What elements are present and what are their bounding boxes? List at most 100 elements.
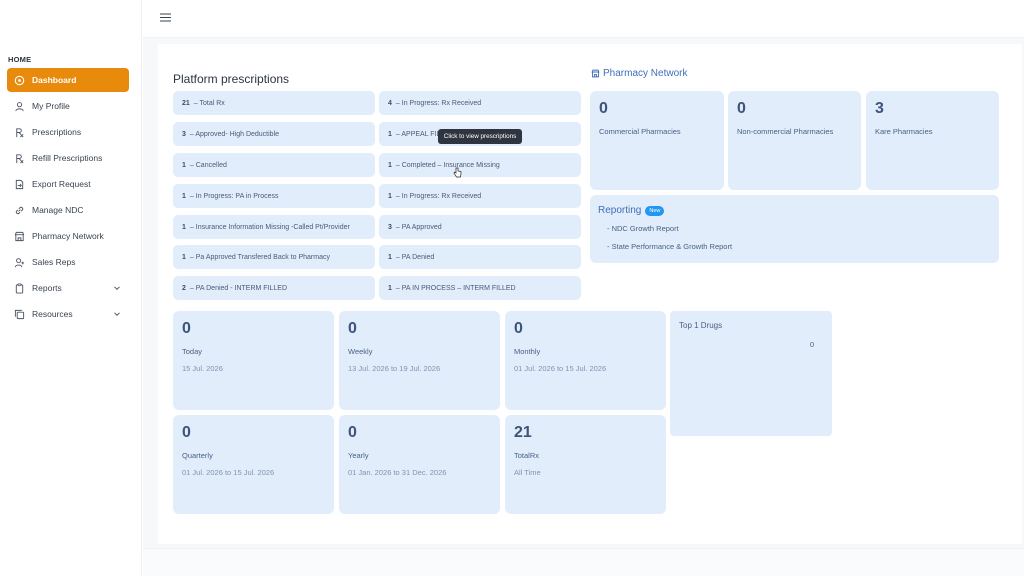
stat-range: 01 Jan. 2026 to 31 Dec. 2026 xyxy=(348,468,447,477)
store-icon xyxy=(14,231,25,242)
status-label: – Completed – Insurance Missing xyxy=(395,161,500,169)
status-label: – In Progress: Rx Received xyxy=(395,99,482,107)
stat-label: Weekly xyxy=(348,347,373,356)
sidebar-item-label: Sales Reps xyxy=(32,257,76,267)
reporting-card: Reporting New - NDC Growth Report - Stat… xyxy=(590,195,999,263)
status-label: – In Progress: PA in Process xyxy=(189,192,279,200)
status-count: 3 xyxy=(182,130,186,138)
prescription-status-pill[interactable]: 2– PA Denied - INTERM FILLED xyxy=(173,276,375,300)
status-label: – Insurance Information Missing -Called … xyxy=(189,223,350,231)
dashboard-icon xyxy=(14,75,25,86)
sidebar-item-label: My Profile xyxy=(32,101,70,111)
top-drugs-title: Top 1 Drugs xyxy=(679,321,723,330)
status-label: – PA Denied xyxy=(395,253,435,261)
stat-value: 0 xyxy=(182,320,191,337)
hand-cursor-icon xyxy=(453,167,462,178)
sidebar-item-manage-ndc[interactable]: Manage NDC xyxy=(7,198,129,222)
export-icon xyxy=(14,179,25,190)
sidebar-item-prescriptions[interactable]: Prescriptions xyxy=(7,120,129,144)
sidebar-item-sales-reps[interactable]: Sales Reps xyxy=(7,250,129,274)
stat-label: Quarterly xyxy=(182,451,213,460)
stat-value: 0 xyxy=(182,424,191,441)
network-count: 3 xyxy=(875,100,884,117)
hamburger-menu-icon[interactable] xyxy=(160,13,171,22)
stat-range: 13 Jul. 2026 to 19 Jul. 2026 xyxy=(348,364,441,373)
stat-label: Yearly xyxy=(348,451,369,460)
network-card-kare[interactable]: 3 Kare Pharmacies xyxy=(866,91,999,190)
status-count: 1 xyxy=(182,192,186,200)
prescription-status-pill[interactable]: 21– Total Rx xyxy=(173,91,375,115)
network-card-commercial[interactable]: 0 Commercial Pharmacies xyxy=(590,91,724,190)
chevron-down-icon xyxy=(114,312,120,317)
prescription-status-pill[interactable]: 3– PA Approved xyxy=(379,215,581,239)
status-count: 1 xyxy=(388,130,392,138)
prescription-status-pill[interactable]: 1– PA IN PROCESS – INTERM FILLED xyxy=(379,276,581,300)
sidebar-item-label: Export Request xyxy=(32,179,91,189)
stat-value: 21 xyxy=(514,424,532,441)
sidebar-item-label: Reports xyxy=(32,283,62,293)
state-performance-report-link[interactable]: - State Performance & Growth Report xyxy=(607,242,732,251)
status-label: – Cancelled xyxy=(189,161,227,169)
sidebar-item-label: Pharmacy Network xyxy=(32,231,104,241)
stat-card-quarterly[interactable]: 0 Quarterly 01 Jul. 2026 to 15 Jul. 2026 xyxy=(173,415,334,514)
stat-card-weekly[interactable]: 0 Weekly 13 Jul. 2026 to 19 Jul. 2026 xyxy=(339,311,500,410)
prescription-status-pill[interactable]: 1– PA Denied xyxy=(379,245,581,269)
prescription-status-pill[interactable]: 1– Completed – Insurance Missing xyxy=(379,153,581,177)
sidebar-item-refill-prescriptions[interactable]: Refill Prescriptions xyxy=(7,146,129,170)
user-icon xyxy=(14,101,25,112)
rx-icon xyxy=(14,153,25,164)
stat-card-total-rx[interactable]: 21 TotalRx All Time xyxy=(505,415,666,514)
prescription-status-pill[interactable]: 3– Approved- High Deductible xyxy=(173,122,375,146)
sidebar-item-label: Dashboard xyxy=(32,75,77,85)
prescription-status-pill[interactable]: 4– In Progress: Rx Received xyxy=(379,91,581,115)
stat-label: TotalRx xyxy=(514,451,540,460)
top-bar xyxy=(143,0,1024,38)
network-label: Kare Pharmacies xyxy=(875,127,933,136)
status-label: – Approved- High Deductible xyxy=(189,130,280,138)
stat-label: Monthly xyxy=(514,347,541,356)
status-count: 1 xyxy=(182,161,186,169)
home-section-label: HOME xyxy=(8,55,32,64)
sidebar-item-label: Manage NDC xyxy=(32,205,84,215)
chevron-down-icon xyxy=(114,286,120,291)
tooltip: Click to view prescriptions xyxy=(438,129,522,144)
clipboard-icon xyxy=(14,283,25,294)
status-label: – APPEAL FIL xyxy=(395,130,441,138)
stat-card-monthly[interactable]: 0 Monthly 01 Jul. 2026 to 15 Jul. 2026 xyxy=(505,311,666,410)
sidebar-item-resources[interactable]: Resources xyxy=(7,302,129,326)
new-badge: New xyxy=(645,205,665,216)
status-count: 1 xyxy=(388,192,392,200)
rx-icon xyxy=(14,127,25,138)
prescription-status-pill[interactable]: 1– Pa Approved Transfered Back to Pharma… xyxy=(173,245,375,269)
sidebar: HOME Dashboard My Profile Prescriptions … xyxy=(0,0,142,576)
network-label: Commercial Pharmacies xyxy=(599,127,681,136)
ndc-growth-report-link[interactable]: - NDC Growth Report xyxy=(607,224,679,233)
network-label: Non-commercial Pharmacies xyxy=(737,127,834,136)
network-count: 0 xyxy=(737,100,746,117)
status-label: – PA Approved xyxy=(395,223,442,231)
stat-card-yearly[interactable]: 0 Yearly 01 Jan. 2026 to 31 Dec. 2026 xyxy=(339,415,500,514)
platform-prescriptions-title: Platform prescriptions xyxy=(173,72,290,86)
stat-card-today[interactable]: 0 Today 15 Jul. 2026 xyxy=(173,311,334,410)
sidebar-item-export-request[interactable]: Export Request xyxy=(7,172,129,196)
status-label: – PA Denied - INTERM FILLED xyxy=(189,284,288,292)
sidebar-item-dashboard[interactable]: Dashboard xyxy=(7,68,129,92)
prescription-status-pill[interactable]: 1– In Progress: PA in Process xyxy=(173,184,375,208)
status-label: – PA IN PROCESS – INTERM FILLED xyxy=(395,284,516,292)
prescription-status-pill[interactable]: 1– Cancelled xyxy=(173,153,375,177)
status-count: 1 xyxy=(388,284,392,292)
stat-value: 0 xyxy=(348,320,357,337)
status-count: 1 xyxy=(182,253,186,261)
pharmacy-network-title[interactable]: Pharmacy Network xyxy=(591,68,687,79)
status-count: 21 xyxy=(182,99,190,107)
status-label: – In Progress: Rx Received xyxy=(395,192,482,200)
store-icon xyxy=(591,69,600,78)
sidebar-item-my-profile[interactable]: My Profile xyxy=(7,94,129,118)
prescription-status-pill[interactable]: 1– In Progress: Rx Received xyxy=(379,184,581,208)
prescription-status-pill[interactable]: 1– Insurance Information Missing -Called… xyxy=(173,215,375,239)
stat-value: 0 xyxy=(348,424,357,441)
network-card-non-commercial[interactable]: 0 Non-commercial Pharmacies xyxy=(728,91,861,190)
sidebar-item-reports[interactable]: Reports xyxy=(7,276,129,300)
sidebar-item-label: Refill Prescriptions xyxy=(32,153,103,163)
sidebar-item-pharmacy-network[interactable]: Pharmacy Network xyxy=(7,224,129,248)
